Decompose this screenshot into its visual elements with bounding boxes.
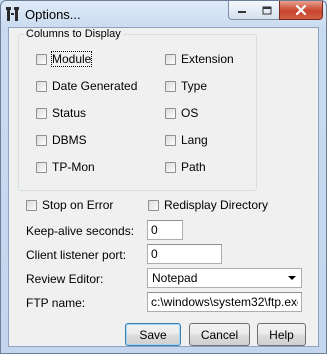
checkbox-label: Extension xyxy=(181,52,234,66)
review-editor-select[interactable]: Notepad xyxy=(147,268,302,288)
checkbox-label: Module xyxy=(50,51,93,67)
listener-port-label: Client listener port: xyxy=(26,248,127,262)
path-checkbox[interactable]: Path xyxy=(165,159,206,175)
checkbox-label: Lang xyxy=(181,133,208,147)
checkbox-label: DBMS xyxy=(52,133,87,147)
client-listener-port-input[interactable] xyxy=(147,244,222,264)
maximize-button[interactable] xyxy=(254,1,280,20)
checkbox-label: Date Generated xyxy=(52,79,138,93)
status-checkbox[interactable]: Status xyxy=(36,105,86,121)
save-button[interactable]: Save xyxy=(125,323,181,346)
lang-checkbox[interactable]: Lang xyxy=(165,132,208,148)
dbms-checkbox[interactable]: DBMS xyxy=(36,132,87,148)
checkbox-box[interactable] xyxy=(26,199,37,211)
checkbox-label: Status xyxy=(52,106,87,120)
checkbox-box[interactable] xyxy=(148,199,159,211)
group-legend: Columns to Display xyxy=(24,28,123,40)
ftp-name-label: FTP name: xyxy=(26,296,86,310)
checkbox-box[interactable] xyxy=(36,161,47,173)
extension-checkbox[interactable]: Extension xyxy=(165,51,234,67)
minimize-button[interactable] xyxy=(228,1,255,20)
cancel-button[interactable]: Cancel xyxy=(189,323,250,346)
keepalive-label: Keep-alive seconds: xyxy=(26,224,135,238)
module-checkbox[interactable]: Module xyxy=(36,51,93,67)
close-button[interactable] xyxy=(279,1,323,20)
os-checkbox[interactable]: OS xyxy=(165,105,198,121)
dialog-client-area: Columns to Display Module Date Generated… xyxy=(8,27,319,347)
checkbox-label: OS xyxy=(181,106,199,120)
checkbox-label: Stop on Error xyxy=(42,198,114,212)
review-editor-value: Notepad xyxy=(152,271,198,285)
help-button[interactable]: Help xyxy=(257,323,306,346)
maximize-icon xyxy=(262,6,271,14)
tp-mon-checkbox[interactable]: TP-Mon xyxy=(36,159,95,175)
ftp-name-input[interactable] xyxy=(147,292,302,312)
window-title: Options... xyxy=(25,7,81,22)
close-icon xyxy=(295,5,307,15)
stop-on-error-checkbox[interactable]: Stop on Error xyxy=(26,197,113,213)
title-bar[interactable]: Options... xyxy=(1,1,326,27)
checkbox-box[interactable] xyxy=(36,134,47,146)
type-checkbox[interactable]: Type xyxy=(165,78,207,94)
checkbox-box[interactable] xyxy=(165,161,176,173)
checkbox-box[interactable] xyxy=(165,53,176,65)
checkbox-box[interactable] xyxy=(165,80,176,92)
columns-to-display-group: Columns to Display Module Date Generated… xyxy=(18,28,257,191)
review-editor-label: Review Editor: xyxy=(26,272,104,286)
checkbox-label: TP-Mon xyxy=(52,160,95,174)
app-icon xyxy=(6,7,19,21)
checkbox-box[interactable] xyxy=(36,107,47,119)
date-generated-checkbox[interactable]: Date Generated xyxy=(36,78,137,94)
redisplay-directory-checkbox[interactable]: Redisplay Directory xyxy=(148,197,268,213)
keepalive-seconds-input[interactable] xyxy=(147,220,183,240)
checkbox-box[interactable] xyxy=(165,134,176,146)
checkbox-box[interactable] xyxy=(36,53,47,65)
checkbox-label: Type xyxy=(181,79,208,93)
checkbox-label: Path xyxy=(181,160,206,174)
checkbox-box[interactable] xyxy=(36,80,47,92)
dropdown-arrow-icon[interactable] xyxy=(288,276,296,280)
options-dialog: Options... Columns to Display Module Dat… xyxy=(0,0,327,354)
minimize-icon xyxy=(237,11,246,13)
checkbox-box[interactable] xyxy=(165,107,176,119)
checkbox-label: Redisplay Directory xyxy=(164,198,269,212)
